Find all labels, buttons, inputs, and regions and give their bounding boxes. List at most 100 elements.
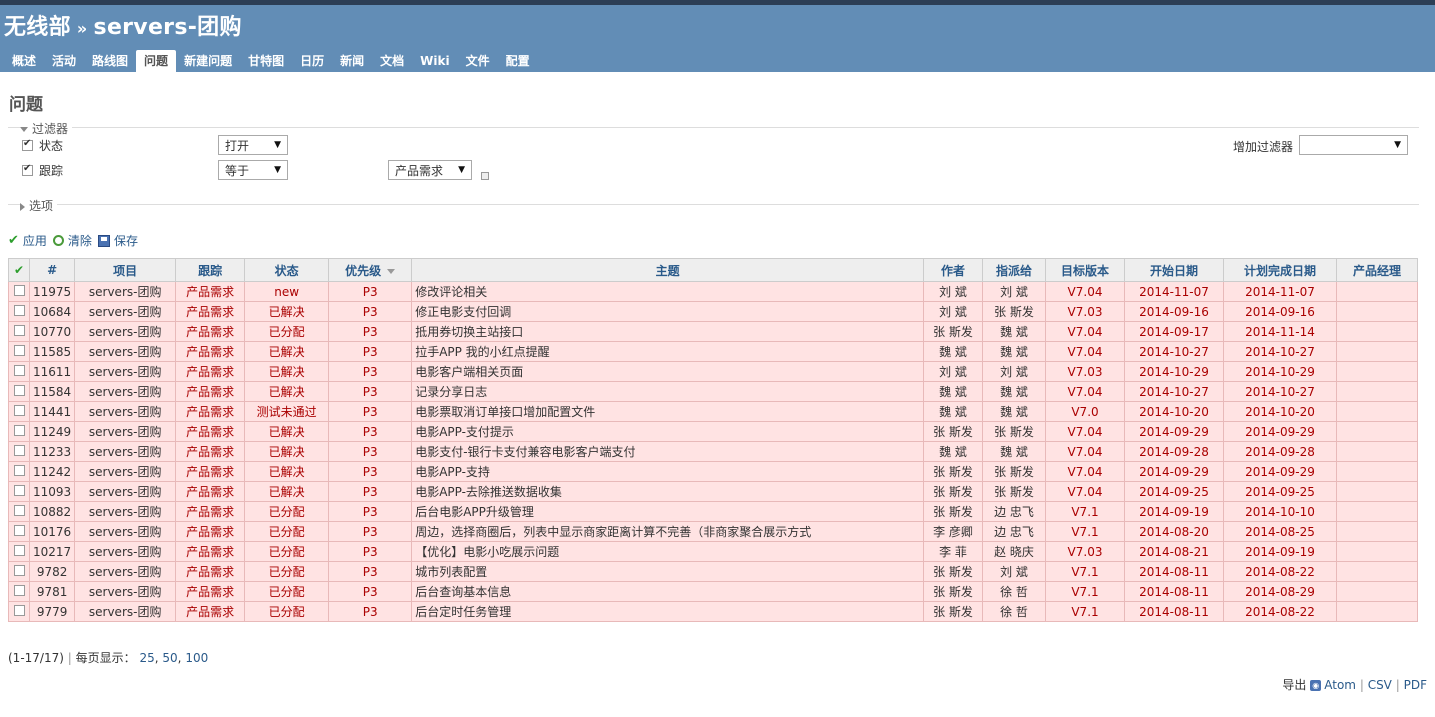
cell-subject[interactable]: 后台电影APP升级管理 xyxy=(411,501,924,522)
tab-8[interactable]: 文档 xyxy=(372,50,412,72)
cell-project[interactable]: servers-团购 xyxy=(74,361,177,382)
options-legend[interactable]: 选项 xyxy=(20,197,58,214)
cell-author[interactable]: 张 斯发 xyxy=(923,421,983,442)
table-row[interactable]: 11242 servers-团购 产品需求 已解决 P3 电影APP-支持张 斯发张 斯发… xyxy=(8,461,1418,482)
cell-subject[interactable]: 周边，选择商圈后，列表中显示商家距离计算不完善（非商家聚合展示方式 xyxy=(411,521,924,542)
row-checkbox[interactable] xyxy=(13,284,25,296)
cell-assignee[interactable]: 边 忠飞 xyxy=(982,521,1046,542)
col-header-tracker[interactable]: 跟踪 xyxy=(175,258,246,282)
col-header-due-date[interactable]: 计划完成日期 xyxy=(1223,258,1337,282)
row-checkbox[interactable] xyxy=(13,444,25,456)
cell-project[interactable]: servers-团购 xyxy=(74,441,177,462)
cell-target-version[interactable]: V7.03 xyxy=(1045,301,1125,322)
cell-assignee[interactable]: 魏 斌 xyxy=(982,441,1046,462)
row-checkbox[interactable] xyxy=(13,404,25,416)
cell-target-version[interactable]: V7.1 xyxy=(1045,581,1125,602)
col-header-assignee[interactable]: 指派给 xyxy=(982,258,1046,282)
cell-author[interactable]: 刘 斌 xyxy=(923,281,983,302)
cell-target-version[interactable]: V7.04 xyxy=(1045,481,1125,502)
tab-2[interactable]: 路线图 xyxy=(84,50,136,72)
cell-assignee[interactable]: 魏 斌 xyxy=(982,321,1046,342)
row-checkbox[interactable] xyxy=(13,544,25,556)
row-checkbox[interactable] xyxy=(13,484,25,496)
cell-subject[interactable]: 修改评论相关 xyxy=(411,281,924,302)
cell-id[interactable]: 10882 xyxy=(28,501,76,522)
cell-subject[interactable]: 记录分享日志 xyxy=(411,381,924,402)
row-checkbox[interactable] xyxy=(13,324,25,336)
cell-target-version[interactable]: V7.1 xyxy=(1045,521,1125,542)
tab-11[interactable]: 配置 xyxy=(498,50,538,72)
cell-author[interactable]: 张 斯发 xyxy=(923,601,983,622)
cell-project[interactable]: servers-团购 xyxy=(74,541,177,562)
cell-target-version[interactable]: V7.0 xyxy=(1045,401,1125,422)
per-page-option-50[interactable]: 50 xyxy=(162,651,177,665)
filter-tracker-operator-select[interactable]: 等于 ▼ xyxy=(218,160,288,180)
cell-assignee[interactable]: 赵 晓庆 xyxy=(982,541,1046,562)
col-header-author[interactable]: 作者 xyxy=(923,258,983,282)
table-row[interactable]: 10176 servers-团购 产品需求 已分配 P3 周边，选择商圈后，列表中显示商家… xyxy=(8,521,1418,542)
cell-id[interactable]: 11585 xyxy=(28,341,76,362)
col-header-id[interactable]: # xyxy=(28,258,76,282)
row-checkbox[interactable] xyxy=(13,364,25,376)
cell-project[interactable]: servers-团购 xyxy=(74,381,177,402)
table-row[interactable]: 10217 servers-团购 产品需求 已分配 P3 【优化】电影小吃展示问题李 菲赵… xyxy=(8,541,1418,562)
tab-7[interactable]: 新闻 xyxy=(332,50,372,72)
row-checkbox[interactable] xyxy=(13,304,25,316)
cell-subject[interactable]: 电影APP-支持 xyxy=(411,461,924,482)
cell-id[interactable]: 10176 xyxy=(28,521,76,542)
cell-author[interactable]: 刘 斌 xyxy=(923,361,983,382)
cell-assignee[interactable]: 边 忠飞 xyxy=(982,501,1046,522)
cell-author[interactable]: 李 菲 xyxy=(923,541,983,562)
add-filter-select[interactable]: ▼ xyxy=(1299,135,1408,155)
cell-author[interactable]: 李 彦卿 xyxy=(923,521,983,542)
export-csv-link[interactable]: CSV xyxy=(1368,678,1392,692)
cell-assignee[interactable]: 刘 斌 xyxy=(982,281,1046,302)
tab-1[interactable]: 活动 xyxy=(44,50,84,72)
cell-assignee[interactable]: 张 斯发 xyxy=(982,481,1046,502)
cell-subject[interactable]: 【优化】电影小吃展示问题 xyxy=(411,541,924,562)
cell-author[interactable]: 张 斯发 xyxy=(923,321,983,342)
per-page-option-100[interactable]: 100 xyxy=(185,651,208,665)
tab-0[interactable]: 概述 xyxy=(4,50,44,72)
cell-target-version[interactable]: V7.04 xyxy=(1045,441,1125,462)
filter-status-checkbox[interactable] xyxy=(22,138,33,151)
cell-subject[interactable]: 修正电影支付回调 xyxy=(411,301,924,322)
per-page-option-25[interactable]: 25 xyxy=(139,651,154,665)
cell-author[interactable]: 刘 斌 xyxy=(923,301,983,322)
cell-target-version[interactable]: V7.04 xyxy=(1045,281,1125,302)
cell-project[interactable]: servers-团购 xyxy=(74,561,177,582)
table-row[interactable]: 11975 servers-团购 产品需求 new P3 修改评论相关刘 斌刘 斌 V7.0… xyxy=(8,281,1418,302)
table-row[interactable]: 10684 servers-团购 产品需求 已解决 P3 修正电影支付回调刘 斌张 斯发 V… xyxy=(8,301,1418,322)
tab-9[interactable]: Wiki xyxy=(412,50,457,72)
cell-project[interactable]: servers-团购 xyxy=(74,581,177,602)
cell-subject[interactable]: 后台查询基本信息 xyxy=(411,581,924,602)
cell-author[interactable]: 魏 斌 xyxy=(923,401,983,422)
tab-10[interactable]: 文件 xyxy=(458,50,498,72)
toggle-all-header[interactable]: ✔ xyxy=(8,258,30,282)
cell-assignee[interactable]: 魏 斌 xyxy=(982,381,1046,402)
cell-assignee[interactable]: 徐 哲 xyxy=(982,581,1046,602)
cell-author[interactable]: 魏 斌 xyxy=(923,381,983,402)
cell-assignee[interactable]: 张 斯发 xyxy=(982,461,1046,482)
col-header-project[interactable]: 项目 xyxy=(74,258,177,282)
col-header-status[interactable]: 状态 xyxy=(244,258,330,282)
cell-subject[interactable]: 电影APP-去除推送数据收集 xyxy=(411,481,924,502)
cell-target-version[interactable]: V7.04 xyxy=(1045,341,1125,362)
cell-target-version[interactable]: V7.04 xyxy=(1045,421,1125,442)
clear-button[interactable]: 清除 xyxy=(52,232,92,249)
table-row[interactable]: 9779 servers-团购 产品需求 已分配 P3 后台定时任务管理张 斯发徐 哲 V7… xyxy=(8,601,1418,622)
cell-project[interactable]: servers-团购 xyxy=(74,601,177,622)
row-checkbox[interactable] xyxy=(13,584,25,596)
cell-subject[interactable]: 抵用券切换主站接口 xyxy=(411,321,924,342)
row-checkbox[interactable] xyxy=(13,384,25,396)
cell-subject[interactable]: 电影票取消订单接口增加配置文件 xyxy=(411,401,924,422)
tab-3[interactable]: 问题 xyxy=(136,50,177,72)
cell-project[interactable]: servers-团购 xyxy=(74,461,177,482)
tab-6[interactable]: 日历 xyxy=(292,50,332,72)
cell-author[interactable]: 张 斯发 xyxy=(923,581,983,602)
table-row[interactable]: 11093 servers-团购 产品需求 已解决 P3 电影APP-去除推送数据收集张 … xyxy=(8,481,1418,502)
filter-status-operator-select[interactable]: 打开 ▼ xyxy=(218,135,288,155)
table-row[interactable]: 10770 servers-团购 产品需求 已分配 P3 抵用券切换主站接口张 斯发魏 斌… xyxy=(8,321,1418,342)
cell-id[interactable]: 10770 xyxy=(28,321,76,342)
filter-tracker-value-select[interactable]: 产品需求 ▼ xyxy=(388,160,472,180)
